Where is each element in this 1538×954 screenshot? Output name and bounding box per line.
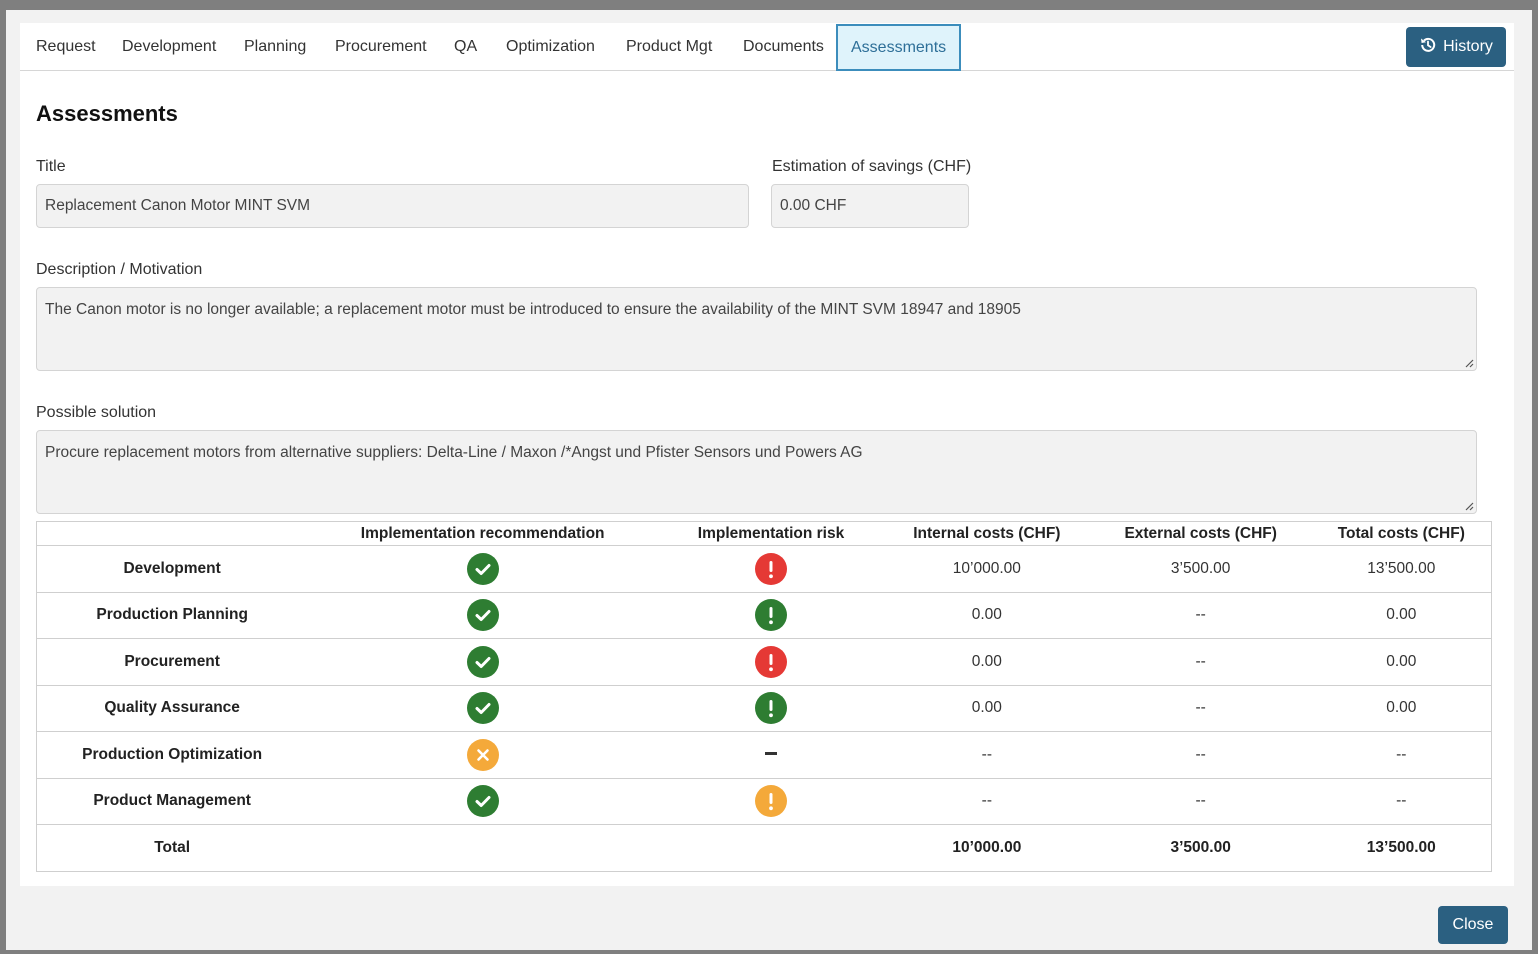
- column-header: External costs (CHF): [1089, 521, 1312, 546]
- risk-cell: [658, 777, 884, 825]
- history-button[interactable]: History: [1406, 27, 1506, 67]
- internal-costs-cell: 10’000.00: [883, 545, 1090, 592]
- external-costs-total: 3’500.00: [1089, 824, 1312, 872]
- table-header-row: Implementation recommendation Implementa…: [36, 521, 1492, 546]
- alert-circle-icon: [754, 692, 787, 725]
- external-costs-cell: --: [1089, 684, 1312, 732]
- check-circle-icon: [466, 645, 499, 678]
- internal-costs-cell: --: [883, 777, 1090, 825]
- internal-costs-total: 10’000.00: [883, 824, 1090, 872]
- table-row: Procurement 0.00 -- 0.00: [36, 638, 1492, 685]
- savings-label: Estimation of savings (CHF): [772, 158, 972, 175]
- dash-icon: [764, 751, 777, 755]
- check-circle-icon: [466, 785, 499, 818]
- table-row: Production Planning 0.00 -- 0.00: [36, 591, 1492, 639]
- assessment-table: Implementation recommendation Implementa…: [36, 521, 1492, 872]
- solution-label: Possible solution: [36, 404, 157, 421]
- title-label: Title: [36, 158, 66, 175]
- empty-cell: [658, 824, 884, 872]
- check-circle-icon: [466, 599, 499, 632]
- resize-handle-icon[interactable]: [1464, 358, 1474, 368]
- alert-circle-icon: [754, 645, 787, 678]
- external-costs-cell: --: [1089, 731, 1312, 778]
- recommendation-cell: [307, 545, 659, 592]
- check-circle-icon: [466, 692, 499, 725]
- savings-field[interactable]: 0.00 CHF: [771, 184, 969, 228]
- external-costs-cell: --: [1089, 591, 1312, 639]
- column-header: Implementation risk: [658, 521, 884, 546]
- assessments-panel: Request Development Planning Procurement…: [20, 23, 1514, 886]
- total-costs-cell: --: [1311, 777, 1492, 825]
- tab-development[interactable]: Development: [122, 23, 216, 71]
- row-label: Quality Assurance: [36, 684, 308, 732]
- x-circle-icon: [466, 738, 499, 771]
- title-field[interactable]: Replacement Canon Motor MINT SVM: [36, 184, 749, 228]
- recommendation-cell: [307, 638, 659, 685]
- solution-text: Procure replacement motors from alternat…: [45, 444, 863, 461]
- tab-assessments[interactable]: Assessments: [836, 24, 962, 71]
- description-label: Description / Motivation: [36, 261, 203, 278]
- page-title: Assessments: [36, 101, 178, 126]
- recommendation-cell: [307, 591, 659, 639]
- recommendation-cell: [307, 777, 659, 825]
- tab-request[interactable]: Request: [36, 23, 96, 71]
- description-textarea[interactable]: The Canon motor is no longer available; …: [36, 287, 1477, 371]
- risk-cell: [658, 545, 884, 592]
- tab-planning[interactable]: Planning: [244, 23, 306, 71]
- tab-documents[interactable]: Documents: [743, 23, 824, 71]
- row-label: Product Management: [36, 777, 308, 825]
- tab-optimization[interactable]: Optimization: [506, 23, 595, 71]
- alert-circle-icon: [754, 785, 787, 818]
- risk-cell: [658, 684, 884, 732]
- check-circle-icon: [466, 552, 499, 585]
- risk-cell: [658, 731, 884, 778]
- solution-textarea[interactable]: Procure replacement motors from alternat…: [36, 430, 1477, 514]
- tab-qa[interactable]: QA: [454, 23, 477, 71]
- total-costs-cell: --: [1311, 731, 1492, 778]
- internal-costs-cell: 0.00: [883, 591, 1090, 639]
- empty-cell: [307, 824, 659, 872]
- total-row: Total 10’000.00 3’500.00 13’500.00: [36, 824, 1492, 872]
- resize-handle-icon[interactable]: [1464, 501, 1474, 511]
- history-icon: [1421, 37, 1436, 52]
- column-header: [36, 521, 308, 546]
- risk-cell: [658, 638, 884, 685]
- tab-procurement[interactable]: Procurement: [335, 23, 427, 71]
- total-costs-cell: 0.00: [1311, 684, 1492, 732]
- row-label: Total: [36, 824, 308, 872]
- total-costs-cell: 13’500.00: [1311, 545, 1492, 592]
- alert-circle-icon: [754, 552, 787, 585]
- table-row: Quality Assurance 0.00 -- 0.00: [36, 684, 1492, 732]
- tab-bar: Request Development Planning Procurement…: [20, 23, 1514, 71]
- recommendation-cell: [307, 684, 659, 732]
- external-costs-cell: 3’500.00: [1089, 545, 1312, 592]
- recommendation-cell: [307, 731, 659, 778]
- row-label: Development: [36, 545, 308, 592]
- column-header: Implementation recommendation: [307, 521, 659, 546]
- tab-product-mgt[interactable]: Product Mgt: [626, 23, 712, 71]
- row-label: Procurement: [36, 638, 308, 685]
- internal-costs-cell: 0.00: [883, 638, 1090, 685]
- table-row: Product Management -- -- --: [36, 777, 1492, 825]
- external-costs-cell: --: [1089, 777, 1312, 825]
- history-label: History: [1443, 38, 1493, 55]
- risk-cell: [658, 591, 884, 639]
- total-costs-total: 13’500.00: [1311, 824, 1492, 872]
- column-header: Total costs (CHF): [1311, 521, 1492, 546]
- total-costs-cell: 0.00: [1311, 638, 1492, 685]
- description-text: The Canon motor is no longer available; …: [45, 301, 1021, 318]
- alert-circle-icon: [754, 599, 787, 632]
- internal-costs-cell: 0.00: [883, 684, 1090, 732]
- external-costs-cell: --: [1089, 638, 1312, 685]
- close-button[interactable]: Close: [1438, 906, 1508, 944]
- table-row: Production Optimization -- -- --: [36, 731, 1492, 778]
- row-label: Production Optimization: [36, 731, 308, 778]
- modal-dialog: Request Development Planning Procurement…: [6, 10, 1532, 950]
- table-row: Development 10’000.00 3’500.00 13’500.00: [36, 545, 1492, 592]
- total-costs-cell: 0.00: [1311, 591, 1492, 639]
- internal-costs-cell: --: [883, 731, 1090, 778]
- column-header: Internal costs (CHF): [883, 521, 1090, 546]
- row-label: Production Planning: [36, 591, 308, 639]
